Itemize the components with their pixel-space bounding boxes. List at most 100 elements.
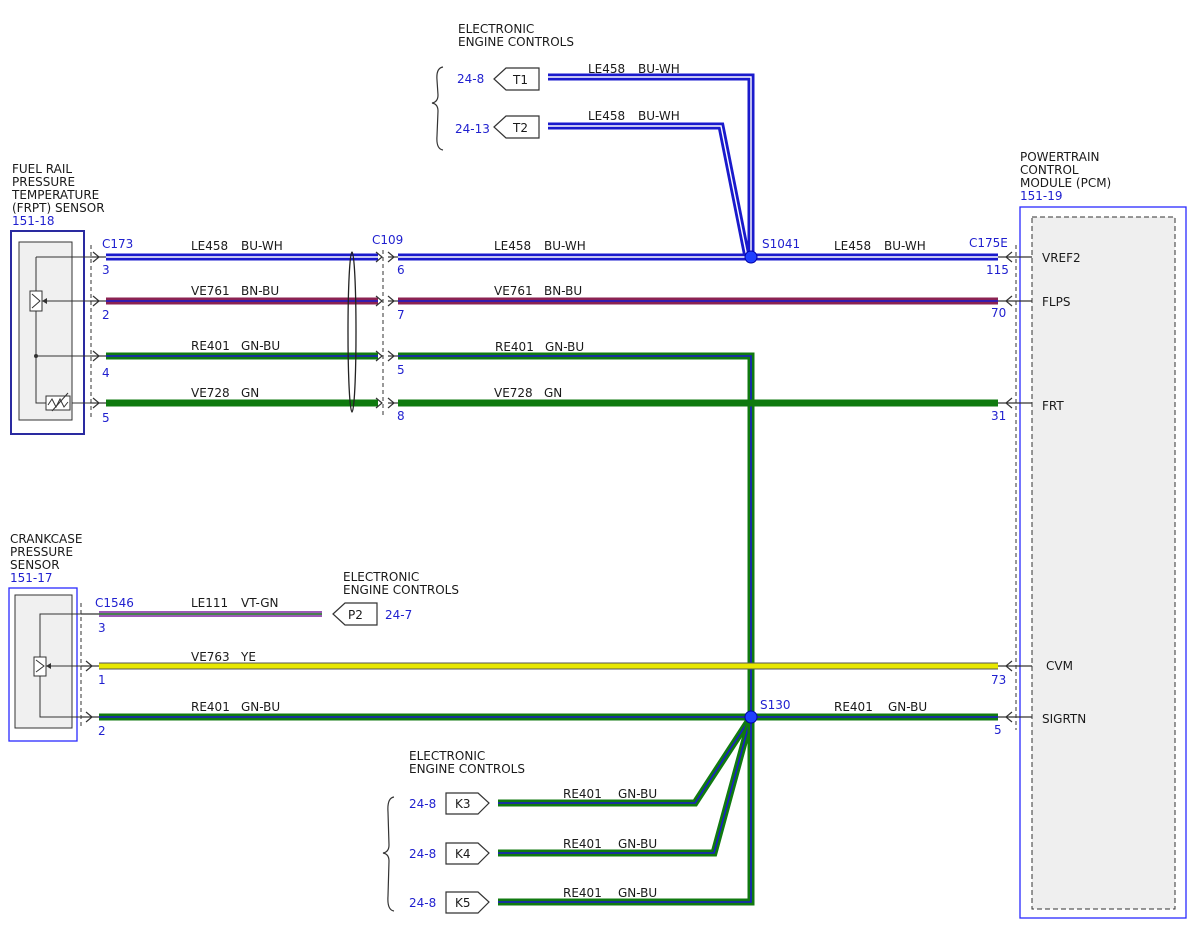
- wire-circuit-label: VE728: [494, 386, 533, 400]
- frpt-title-line-4: (FRPT) SENSOR: [12, 201, 105, 215]
- wire-circuit-label: RE401: [563, 787, 602, 801]
- c173-pin: 3: [102, 263, 110, 277]
- wire-color-label: BN-BU: [544, 284, 582, 298]
- ref-tag: K5: [455, 896, 471, 910]
- pcm-pin-number: 70: [991, 306, 1006, 320]
- frpt-title-line-1: FUEL RAIL: [12, 162, 72, 176]
- wiring-diagram: S1041 S130 FUEL RAIL PRESSURE TEMPERATUR…: [8, 22, 1187, 919]
- wire-color-label: GN-BU: [241, 339, 280, 353]
- wire-color-label: BU-WH: [241, 239, 283, 253]
- wire-labels: LE458 BU-WH LE458 BU-WH LE458 BU-WH LE45…: [191, 62, 927, 900]
- crankcase-title-line-2: PRESSURE: [10, 545, 73, 559]
- pcm-pin-number: 115: [986, 263, 1009, 277]
- c109-pin: 7: [397, 308, 405, 322]
- pcm-pin-number: 5: [994, 723, 1002, 737]
- wire-le458-t2: [548, 122, 751, 258]
- pcm-title-line-1: POWERTRAIN: [1020, 150, 1100, 164]
- group-top-title-2: ENGINE CONTROLS: [458, 35, 574, 49]
- group-top-title-1: ELECTRONIC: [458, 22, 534, 36]
- pcm-pin-name: CVM: [1046, 659, 1073, 673]
- splice-s130: [744, 710, 758, 724]
- ref-page: 24-8: [409, 896, 436, 910]
- wire-circuit-label: RE401: [834, 700, 873, 714]
- pcm-pin-name: VREF2: [1042, 251, 1081, 265]
- connector-c109: C109 6 7 5 8: [372, 233, 405, 423]
- pcm-pin-name: FLPS: [1042, 295, 1070, 309]
- c173-label: C173: [102, 237, 133, 251]
- wire-circuit-label: VE761: [191, 284, 230, 298]
- crankcase-sensor: CRANKCASE PRESSURE SENSOR 151-17: [8, 532, 84, 742]
- pcm-pin-name: FRT: [1042, 399, 1064, 413]
- c1546-pin: 2: [98, 724, 106, 738]
- wire-circuit-label: LE111: [191, 596, 228, 610]
- wire-circuit-label: RE401: [191, 339, 230, 353]
- pcm-ref: 151-19: [1020, 189, 1063, 203]
- c1546-label: C1546: [95, 596, 134, 610]
- ref-page: 24-7: [385, 608, 412, 622]
- twisted-group-marker: [347, 251, 357, 413]
- ref-page: 24-13: [455, 122, 490, 136]
- wire-color-label: VT-GN: [241, 596, 278, 610]
- pcm-module: POWERTRAIN CONTROL MODULE (PCM) 151-19 C…: [969, 150, 1187, 919]
- pcm-title-line-2: CONTROL: [1020, 163, 1079, 177]
- wire-color-label: BN-BU: [241, 284, 279, 298]
- frpt-title-line-3: TEMPERATURE: [11, 188, 99, 202]
- wire-circuit-label: RE401: [191, 700, 230, 714]
- wire-circuit-label: RE401: [563, 886, 602, 900]
- ref-tag: P2: [348, 608, 363, 622]
- group-p2-title-2: ENGINE CONTROLS: [343, 583, 459, 597]
- ref-flag-t2: T2 24-13: [455, 115, 540, 139]
- c1546-pin: 1: [98, 673, 106, 687]
- ref-tag: K3: [455, 797, 471, 811]
- ref-page: 24-8: [409, 797, 436, 811]
- frpt-title-line-2: PRESSURE: [12, 175, 75, 189]
- ref-flag-k5: K5 24-8: [409, 891, 490, 914]
- wire-color-label: BU-WH: [884, 239, 926, 253]
- c109-pin: 6: [397, 263, 405, 277]
- wire-re401-k: [498, 715, 755, 906]
- pcm-pin-number: 31: [991, 409, 1006, 423]
- ref-page: 24-8: [409, 847, 436, 861]
- wire-circuit-label: LE458: [191, 239, 228, 253]
- wire-color-label: GN-BU: [241, 700, 280, 714]
- c109-pin: 5: [397, 363, 405, 377]
- crankcase-title-line-1: CRANKCASE: [10, 532, 82, 546]
- wire-circuit-label: RE401: [495, 340, 534, 354]
- wire-color-label: YE: [240, 650, 256, 664]
- ref-tag: T1: [512, 73, 528, 87]
- ref-flag-p2: P2 24-7: [332, 602, 412, 626]
- pcm-title-line-3: MODULE (PCM): [1020, 176, 1111, 190]
- ref-flag-k4: K4 24-8: [409, 842, 490, 865]
- wire-circuit-label: LE458: [588, 62, 625, 76]
- pressure-element-icon: [33, 656, 47, 677]
- splice-s130-label: S130: [760, 698, 791, 712]
- ref-flag-k3: K3 24-8: [409, 792, 490, 815]
- frpt-ref: 151-18: [12, 214, 55, 228]
- wire-color-label: BU-WH: [638, 109, 680, 123]
- wire-circuit-label: LE458: [834, 239, 871, 253]
- wire-color-label: BU-WH: [544, 239, 586, 253]
- crankcase-title-line-3: SENSOR: [10, 558, 60, 572]
- c173-pin: 2: [102, 308, 110, 322]
- wire-le458-t1: [548, 73, 755, 257]
- ref-flag-t1: T1 24-8: [457, 67, 540, 91]
- brace-top: [431, 66, 444, 151]
- splice-s1041: [744, 250, 758, 264]
- ref-page: 24-8: [457, 72, 484, 86]
- c175e-label: C175E: [969, 236, 1008, 250]
- splice-s1041-label: S1041: [762, 237, 800, 251]
- group-bottom-title-2: ENGINE CONTROLS: [409, 762, 525, 776]
- c109-pin: 8: [397, 409, 405, 423]
- connector-c173: C173 3 2 4 5: [90, 237, 133, 425]
- wire-circuit-label: RE401: [563, 837, 602, 851]
- c1546-pin: 3: [98, 621, 106, 635]
- crankcase-ref: 151-17: [10, 571, 53, 585]
- group-p2-title-1: ELECTRONIC: [343, 570, 419, 584]
- wire-color-label: GN-BU: [618, 837, 657, 851]
- wire-color-label: GN: [241, 386, 259, 400]
- pcm-pin-number: 73: [991, 673, 1006, 687]
- brace-bottom: [382, 796, 395, 912]
- wire-circuit-label: VE728: [191, 386, 230, 400]
- wire-circuit-label: LE458: [588, 109, 625, 123]
- wire-color-label: GN-BU: [545, 340, 584, 354]
